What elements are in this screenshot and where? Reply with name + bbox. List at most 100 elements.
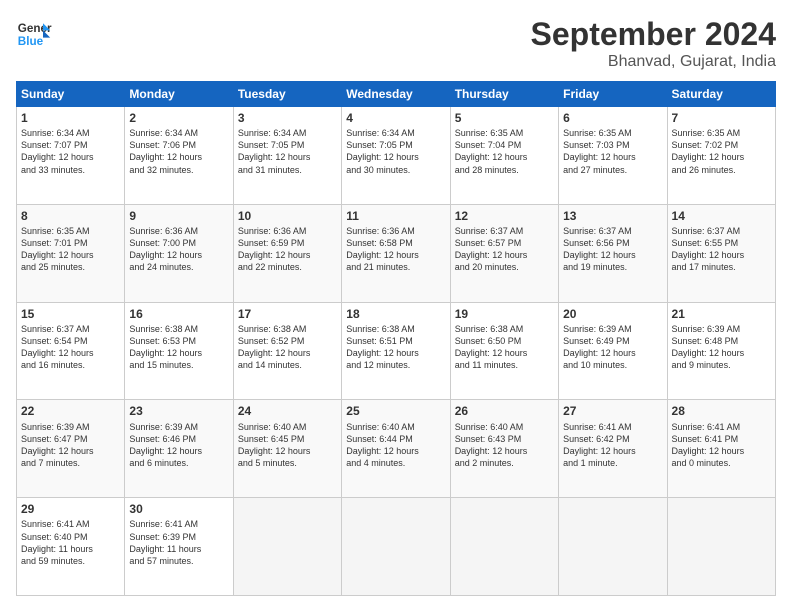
day-info: Sunrise: 6:37 AMSunset: 6:54 PMDaylight:…: [21, 323, 120, 372]
day-number: 15: [21, 306, 120, 322]
calendar-cell: 27Sunrise: 6:41 AMSunset: 6:42 PMDayligh…: [559, 400, 667, 498]
calendar-cell: 15Sunrise: 6:37 AMSunset: 6:54 PMDayligh…: [17, 302, 125, 400]
day-info: Sunrise: 6:34 AMSunset: 7:05 PMDaylight:…: [346, 127, 445, 176]
calendar-cell: 30Sunrise: 6:41 AMSunset: 6:39 PMDayligh…: [125, 498, 233, 596]
day-number: 16: [129, 306, 228, 322]
day-number: 7: [672, 110, 771, 126]
day-info: Sunrise: 6:37 AMSunset: 6:57 PMDaylight:…: [455, 225, 554, 274]
day-number: 4: [346, 110, 445, 126]
calendar-cell: 17Sunrise: 6:38 AMSunset: 6:52 PMDayligh…: [233, 302, 341, 400]
day-info: Sunrise: 6:34 AMSunset: 7:05 PMDaylight:…: [238, 127, 337, 176]
day-number: 13: [563, 208, 662, 224]
calendar-week-4: 22 Sunrise: 6:39 AMSunset: 6:47 PMDayligh…: [17, 400, 776, 498]
day-info: Sunrise: 6:36 AMSunset: 6:59 PMDaylight:…: [238, 225, 337, 274]
calendar-cell: 9Sunrise: 6:36 AMSunset: 7:00 PMDaylight…: [125, 204, 233, 302]
day-info: Sunrise: 6:35 AMSunset: 7:04 PMDaylight:…: [455, 127, 554, 176]
day-number: 22: [21, 403, 120, 419]
calendar-cell: 26 Sunrise: 6:40 AMSunset: 6:43 PMDayligh…: [450, 400, 558, 498]
day-info: Sunrise: 6:35 AMSunset: 7:01 PMDaylight:…: [21, 225, 120, 274]
calendar-week-1: 1Sunrise: 6:34 AMSunset: 7:07 PMDaylight…: [17, 107, 776, 205]
calendar-cell: 29Sunrise: 6:41 AMSunset: 6:40 PMDayligh…: [17, 498, 125, 596]
day-number: 28: [672, 403, 771, 419]
calendar-cell: 10Sunrise: 6:36 AMSunset: 6:59 PMDayligh…: [233, 204, 341, 302]
calendar-cell: [667, 498, 775, 596]
calendar-header-sunday: Sunday: [17, 82, 125, 107]
day-number: 27: [563, 403, 662, 419]
day-number: 1: [21, 110, 120, 126]
day-number: 12: [455, 208, 554, 224]
calendar-table: SundayMondayTuesdayWednesdayThursdayFrid…: [16, 81, 776, 596]
calendar-cell: 11Sunrise: 6:36 AMSunset: 6:58 PMDayligh…: [342, 204, 450, 302]
day-info: Sunrise: 6:37 AMSunset: 6:56 PMDaylight:…: [563, 225, 662, 274]
day-number: 30: [129, 501, 228, 517]
calendar-week-2: 8Sunrise: 6:35 AMSunset: 7:01 PMDaylight…: [17, 204, 776, 302]
day-info: Sunrise: 6:38 AMSunset: 6:50 PMDaylight:…: [455, 323, 554, 372]
day-number: 26: [455, 403, 554, 419]
day-number: 24: [238, 403, 337, 419]
calendar-cell: 13Sunrise: 6:37 AMSunset: 6:56 PMDayligh…: [559, 204, 667, 302]
calendar-cell: 25Sunrise: 6:40 AMSunset: 6:44 PMDayligh…: [342, 400, 450, 498]
day-number: 2: [129, 110, 228, 126]
day-info: Sunrise: 6:39 AMSunset: 6:47 PMDaylight:…: [21, 421, 120, 470]
header: General Blue September 2024 Bhanvad, Guj…: [16, 16, 776, 71]
day-info: Sunrise: 6:34 AMSunset: 7:07 PMDaylight:…: [21, 127, 120, 176]
calendar-header-wednesday: Wednesday: [342, 82, 450, 107]
calendar-cell: 23Sunrise: 6:39 AMSunset: 6:46 PMDayligh…: [125, 400, 233, 498]
day-number: 21: [672, 306, 771, 322]
calendar-cell: 20Sunrise: 6:39 AMSunset: 6:49 PMDayligh…: [559, 302, 667, 400]
page: General Blue September 2024 Bhanvad, Guj…: [0, 0, 792, 612]
day-number: 18: [346, 306, 445, 322]
day-number: 29: [21, 501, 120, 517]
day-info: Sunrise: 6:39 AMSunset: 6:46 PMDaylight:…: [129, 421, 228, 470]
logo: General Blue: [16, 16, 52, 52]
calendar-cell: 21Sunrise: 6:39 AMSunset: 6:48 PMDayligh…: [667, 302, 775, 400]
title-block: September 2024 Bhanvad, Gujarat, India: [531, 16, 776, 71]
calendar-header-saturday: Saturday: [667, 82, 775, 107]
calendar-cell: [342, 498, 450, 596]
day-info: Sunrise: 6:40 AMSunset: 6:45 PMDaylight:…: [238, 421, 337, 470]
day-number: 3: [238, 110, 337, 126]
month-title: September 2024: [531, 16, 776, 53]
calendar-cell: 28 Sunrise: 6:41 AMSunset: 6:41 PMDayligh…: [667, 400, 775, 498]
day-info: Sunrise: 6:39 AMSunset: 6:48 PMDaylight:…: [672, 323, 771, 372]
day-info: Sunrise: 6:41 AMSunset: 6:39 PMDaylight:…: [129, 518, 228, 567]
calendar-cell: 5Sunrise: 6:35 AMSunset: 7:04 PMDaylight…: [450, 107, 558, 205]
day-number: 17: [238, 306, 337, 322]
calendar-cell: 4Sunrise: 6:34 AMSunset: 7:05 PMDaylight…: [342, 107, 450, 205]
day-info: Sunrise: 6:41 AMSunset: 6:41 PMDaylight:…: [672, 421, 771, 470]
calendar-cell: [233, 498, 341, 596]
location: Bhanvad, Gujarat, India: [531, 53, 776, 71]
calendar-cell: 3Sunrise: 6:34 AMSunset: 7:05 PMDaylight…: [233, 107, 341, 205]
calendar-cell: 12Sunrise: 6:37 AMSunset: 6:57 PMDayligh…: [450, 204, 558, 302]
day-info: Sunrise: 6:35 AMSunset: 7:03 PMDaylight:…: [563, 127, 662, 176]
day-info: Sunrise: 6:38 AMSunset: 6:51 PMDaylight:…: [346, 323, 445, 372]
day-number: 11: [346, 208, 445, 224]
day-info: Sunrise: 6:38 AMSunset: 6:53 PMDaylight:…: [129, 323, 228, 372]
day-number: 8: [21, 208, 120, 224]
calendar-header-tuesday: Tuesday: [233, 82, 341, 107]
calendar-cell: 7Sunrise: 6:35 AMSunset: 7:02 PMDaylight…: [667, 107, 775, 205]
calendar-cell: 8Sunrise: 6:35 AMSunset: 7:01 PMDaylight…: [17, 204, 125, 302]
calendar-week-5: 29Sunrise: 6:41 AMSunset: 6:40 PMDayligh…: [17, 498, 776, 596]
day-info: Sunrise: 6:36 AMSunset: 6:58 PMDaylight:…: [346, 225, 445, 274]
svg-text:Blue: Blue: [18, 35, 44, 48]
day-info: Sunrise: 6:38 AMSunset: 6:52 PMDaylight:…: [238, 323, 337, 372]
calendar-cell: [559, 498, 667, 596]
calendar-cell: 2Sunrise: 6:34 AMSunset: 7:06 PMDaylight…: [125, 107, 233, 205]
calendar-cell: 24 Sunrise: 6:40 AMSunset: 6:45 PMDayligh…: [233, 400, 341, 498]
day-number: 5: [455, 110, 554, 126]
calendar-cell: 14Sunrise: 6:37 AMSunset: 6:55 PMDayligh…: [667, 204, 775, 302]
calendar-cell: 18Sunrise: 6:38 AMSunset: 6:51 PMDayligh…: [342, 302, 450, 400]
calendar-cell: 6Sunrise: 6:35 AMSunset: 7:03 PMDaylight…: [559, 107, 667, 205]
calendar-cell: [450, 498, 558, 596]
calendar-week-3: 15Sunrise: 6:37 AMSunset: 6:54 PMDayligh…: [17, 302, 776, 400]
day-info: Sunrise: 6:40 AMSunset: 6:43 PMDaylight:…: [455, 421, 554, 470]
calendar-cell: 16Sunrise: 6:38 AMSunset: 6:53 PMDayligh…: [125, 302, 233, 400]
day-number: 9: [129, 208, 228, 224]
calendar-cell: 22 Sunrise: 6:39 AMSunset: 6:47 PMDayligh…: [17, 400, 125, 498]
calendar-cell: 19Sunrise: 6:38 AMSunset: 6:50 PMDayligh…: [450, 302, 558, 400]
day-number: 25: [346, 403, 445, 419]
day-info: Sunrise: 6:36 AMSunset: 7:00 PMDaylight:…: [129, 225, 228, 274]
day-number: 14: [672, 208, 771, 224]
day-number: 6: [563, 110, 662, 126]
